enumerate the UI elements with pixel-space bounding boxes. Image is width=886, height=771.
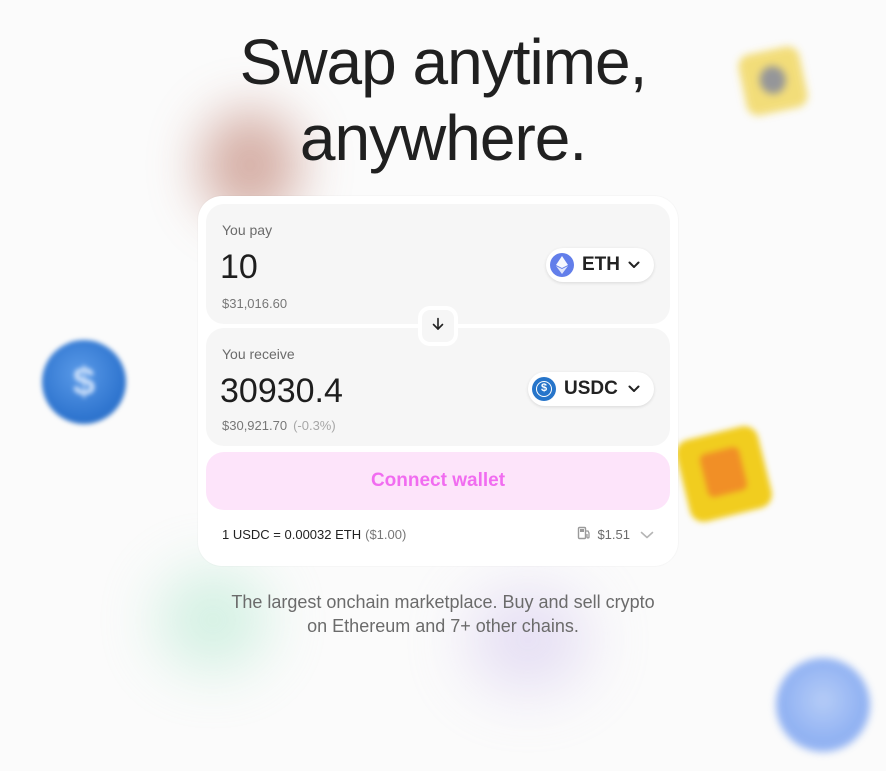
landing-page: $ Swap anytime, anywhere. You pay 10 $31… [0, 0, 886, 771]
pay-token-selector-button[interactable]: ETH [546, 248, 654, 282]
price-impact: (-0.3%) [293, 418, 336, 433]
switch-direction-button[interactable] [418, 306, 458, 346]
pay-label: You pay [222, 222, 273, 238]
hero-headline-line: anywhere. [299, 102, 587, 174]
gas-fee: $1.51 [577, 526, 654, 543]
pay-token-symbol: ETH [582, 254, 620, 275]
hero-headline-line: Swap anytime, [239, 26, 648, 98]
receive-label: You receive [222, 346, 295, 362]
pay-usd-value: $31,016.60 [222, 296, 288, 311]
hero-tagline: The largest onchain marketplace. Buy and… [0, 590, 886, 638]
chevron-down-icon[interactable] [640, 527, 654, 542]
receive-usd-amount: $30,921.70 [222, 418, 288, 433]
hero-tagline-line: on Ethereum and 7+ other chains. [307, 616, 579, 636]
usdc-icon: $ [532, 377, 556, 401]
ethereum-icon [550, 253, 574, 277]
receive-token-selector-button[interactable]: $ USDC [528, 372, 654, 406]
receive-usd-value: $30,921.70 (-0.3%) [222, 418, 336, 433]
connect-wallet-button[interactable]: Connect wallet [206, 452, 670, 510]
receive-amount-input[interactable]: 30930.4 [220, 372, 343, 411]
exchange-rate-text: 1 USDC = 0.00032 ETH [222, 526, 362, 542]
pay-amount-input[interactable]: 10 [220, 248, 258, 287]
chevron-down-icon [628, 385, 640, 393]
hero-tagline-line: The largest onchain marketplace. Buy and… [231, 592, 655, 612]
usdc-coin-decoration-icon: $ [42, 340, 126, 424]
swap-card: You pay 10 $31,016.60 ETH You receive 30… [198, 196, 678, 566]
chevron-down-icon [628, 261, 640, 269]
exchange-rate-row[interactable]: 1 USDC = 0.00032 ETH ($1.00) $1.51 [222, 524, 654, 544]
receive-token-symbol: USDC [564, 378, 618, 399]
exchange-rate-usd: ($1.00) [365, 526, 407, 542]
arrow-down-icon [431, 317, 445, 336]
gas-fee-value: $1.51 [597, 526, 630, 542]
hero-headline: Swap anytime, anywhere. [0, 24, 886, 176]
yellow-token-decoration-icon [673, 423, 775, 525]
gas-pump-icon [577, 526, 591, 543]
blue-coin-decoration-icon [776, 658, 870, 752]
